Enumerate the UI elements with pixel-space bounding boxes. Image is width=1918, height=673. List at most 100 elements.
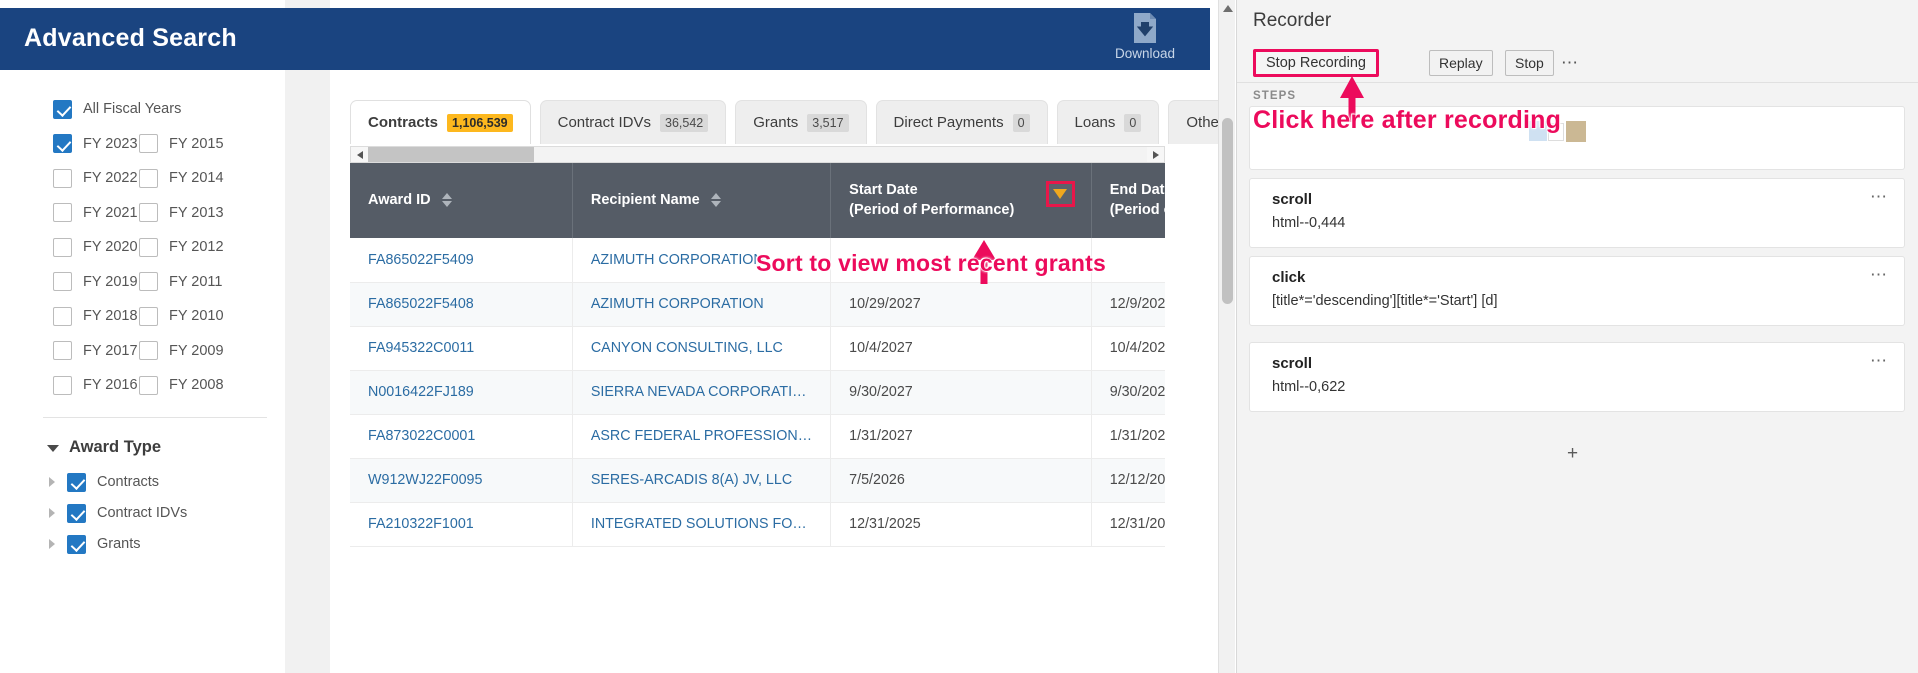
award-type-item[interactable]: Contract IDVs (25, 498, 285, 529)
checkbox-fy-2019[interactable] (53, 272, 72, 292)
fiscal-year-option-fy-2013[interactable]: FY 2013 (139, 203, 225, 223)
recipient-name-cell[interactable]: ASRC FEDERAL PROFESSIONAL SE… (572, 414, 832, 459)
recipient-name-cell[interactable]: CANYON CONSULTING, LLC (572, 326, 832, 371)
fiscal-year-option-fy-2021[interactable]: FY 2021 (53, 203, 139, 223)
label-fy-2018: FY 2018 (83, 308, 138, 325)
recipient-name-cell[interactable]: SERES-ARCADIS 8(A) JV, LLC (572, 458, 832, 503)
recorder-step-card[interactable]: scroll html--0,622 ⋯ (1249, 342, 1905, 412)
checkbox-fy-2013[interactable] (139, 203, 158, 223)
table-row[interactable]: N0016422FJ189 SIERRA NEVADA CORPORATION 9/… (350, 370, 1165, 415)
checkbox-fy-2011[interactable] (139, 272, 158, 292)
checkbox-fy-2017[interactable] (53, 341, 72, 361)
recorder-step-detail: [title*='descending'][title*='Start'] [d… (1272, 293, 1498, 309)
end-date-cell: 1/31/2027 (1091, 414, 1165, 459)
chevron-right-icon[interactable] (49, 539, 55, 549)
stop-button[interactable]: Stop (1505, 50, 1554, 76)
checkbox-fy-2015[interactable] (139, 134, 158, 154)
recorder-step-card[interactable]: scroll html--0,444 ⋯ (1249, 178, 1905, 248)
fiscal-year-option-fy-2010[interactable]: FY 2010 (139, 306, 225, 326)
fiscal-year-option-fy-2015[interactable]: FY 2015 (139, 134, 225, 154)
stop-recording-button[interactable]: Stop Recording (1253, 49, 1379, 77)
fiscal-year-all-row[interactable]: All Fiscal Years (25, 92, 285, 127)
checkbox-fy-2012[interactable] (139, 237, 158, 257)
table-row[interactable]: FA945322C0011 CANYON CONSULTING, LLC 10/4/… (350, 326, 1165, 371)
fiscal-year-option-fy-2012[interactable]: FY 2012 (139, 237, 225, 257)
recorder-step-menu-icon[interactable]: ⋯ (1870, 187, 1888, 207)
award-id-cell[interactable]: N0016422FJ189 (350, 370, 573, 415)
tab-grants[interactable]: Grants 3,517 (735, 100, 867, 144)
recipient-name-cell[interactable]: AZIMUTH CORPORATION (572, 282, 832, 327)
sort-icon-award-id[interactable] (441, 192, 452, 207)
table-row[interactable]: FA210322F1001 INTEGRATED SOLUTIONS FOR SY… (350, 502, 1165, 547)
table-row[interactable]: FA865022F5408 AZIMUTH CORPORATION 10/29/20… (350, 282, 1165, 327)
checkbox-award-type-contract-idvs[interactable] (67, 503, 86, 523)
award-type-section-header[interactable]: Award Type (47, 438, 285, 457)
fiscal-year-option-fy-2017[interactable]: FY 2017 (53, 341, 139, 361)
checkbox-fy-2016[interactable] (53, 375, 72, 395)
recorder-step-menu-icon[interactable]: ⋯ (1870, 351, 1888, 371)
fiscal-year-option-fy-2008[interactable]: FY 2008 (139, 375, 225, 395)
checkbox-fy-2009[interactable] (139, 341, 158, 361)
checkbox-all-fiscal-years[interactable] (53, 99, 72, 119)
tab-loans[interactable]: Loans 0 (1056, 100, 1160, 144)
sort-icon-recipient-name[interactable] (710, 192, 721, 207)
fiscal-year-option-fy-2020[interactable]: FY 2020 (53, 237, 139, 257)
recipient-name-cell[interactable]: INTEGRATED SOLUTIONS FOR SYS… (572, 502, 832, 547)
fiscal-year-option-fy-2014[interactable]: FY 2014 (139, 168, 225, 188)
fiscal-year-option-fy-2011[interactable]: FY 2011 (139, 272, 225, 292)
checkbox-fy-2023[interactable] (53, 134, 72, 154)
column-header-recipient-name[interactable]: Recipient Name (572, 163, 832, 238)
recipient-name-cell[interactable]: SIERRA NEVADA CORPORATION (572, 370, 832, 415)
column-header-end-date[interactable]: End Date (Period of Perform (1091, 163, 1165, 238)
recorder-step-detail: html--0,444 (1272, 215, 1346, 231)
award-type-item[interactable]: Contracts (25, 467, 285, 498)
award-id-cell[interactable]: FA873022C0001 (350, 414, 573, 459)
column-header-start-date[interactable]: Start Date (Period of Performance) (830, 163, 1092, 238)
checkbox-fy-2014[interactable] (139, 168, 158, 188)
download-button[interactable]: Download (1100, 12, 1190, 61)
browser-scrollbar[interactable] (1218, 0, 1235, 673)
hscroll-thumb[interactable] (368, 147, 534, 162)
table-horizontal-scrollbar[interactable] (350, 146, 1165, 163)
hscroll-track[interactable] (534, 147, 1147, 162)
award-id-cell[interactable]: FA865022F5409 (350, 238, 573, 283)
checkbox-fy-2018[interactable] (53, 306, 72, 326)
sort-descending-start-date-button[interactable] (1045, 181, 1075, 207)
scroll-left-icon[interactable] (351, 147, 368, 162)
fiscal-year-option-fy-2022[interactable]: FY 2022 (53, 168, 139, 188)
award-id-cell[interactable]: W912WJ22F0095 (350, 458, 573, 503)
tab-other[interactable]: Other (1168, 100, 1218, 144)
checkbox-fy-2022[interactable] (53, 168, 72, 188)
checkbox-fy-2010[interactable] (139, 306, 158, 326)
fiscal-year-option-fy-2009[interactable]: FY 2009 (139, 341, 225, 361)
replay-button[interactable]: Replay (1429, 50, 1493, 76)
award-id-cell[interactable]: FA865022F5408 (350, 282, 573, 327)
tab-contracts[interactable]: Contracts 1,106,539 (350, 100, 531, 144)
page-scroll-thumb[interactable] (1222, 118, 1233, 304)
checkbox-award-type-grants[interactable] (67, 534, 86, 554)
fiscal-year-option-fy-2018[interactable]: FY 2018 (53, 306, 139, 326)
scroll-right-icon[interactable] (1147, 147, 1164, 162)
award-type-item[interactable]: Grants (25, 529, 285, 560)
table-row[interactable]: W912WJ22F0095 SERES-ARCADIS 8(A) JV, LLC 7… (350, 458, 1165, 503)
fiscal-year-option-fy-2016[interactable]: FY 2016 (53, 375, 139, 395)
table-row[interactable]: FA873022C0001 ASRC FEDERAL PROFESSIONAL S… (350, 414, 1165, 459)
chevron-right-icon[interactable] (49, 477, 55, 487)
fiscal-year-option-fy-2023[interactable]: FY 2023 (53, 134, 139, 154)
fiscal-year-option-fy-2019[interactable]: FY 2019 (53, 272, 139, 292)
tab-contract-idvs[interactable]: Contract IDVs 36,542 (539, 100, 727, 144)
recorder-step-menu-icon[interactable]: ⋯ (1870, 265, 1888, 285)
checkbox-award-type-contracts[interactable] (67, 472, 86, 492)
chevron-right-icon[interactable] (49, 508, 55, 518)
add-step-button[interactable]: + (1567, 443, 1578, 465)
checkbox-fy-2020[interactable] (53, 237, 72, 257)
recorder-step-card[interactable]: click [title*='descending'][title*='Star… (1249, 256, 1905, 326)
checkbox-fy-2021[interactable] (53, 203, 72, 223)
award-id-cell[interactable]: FA945322C0011 (350, 326, 573, 371)
tab-direct-payments[interactable]: Direct Payments 0 (875, 100, 1048, 144)
checkbox-fy-2008[interactable] (139, 375, 158, 395)
column-header-award-id[interactable]: Award ID (350, 163, 573, 238)
recorder-more-icon[interactable]: ⋯ (1559, 50, 1581, 76)
award-id-cell[interactable]: FA210322F1001 (350, 502, 573, 547)
page-scroll-up-icon[interactable] (1219, 0, 1236, 17)
